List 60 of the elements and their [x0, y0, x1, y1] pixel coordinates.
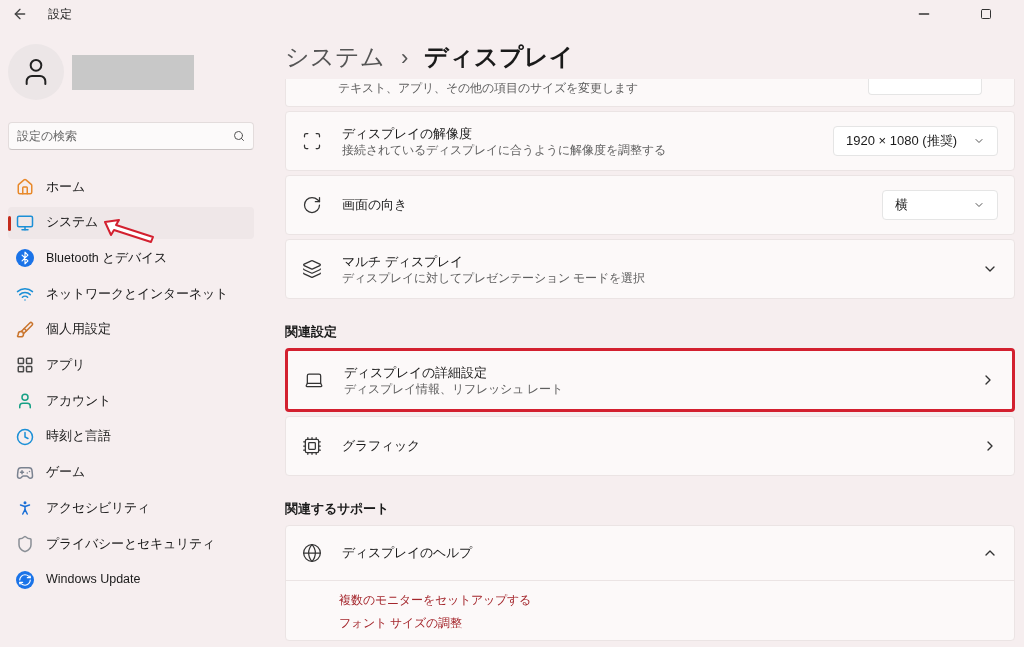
setting-description: 接続されているディスプレイに合うように解像度を調整する: [342, 143, 667, 159]
sidebar-item[interactable]: システム: [8, 206, 254, 239]
app-grid-icon: [16, 356, 34, 375]
house-icon: [16, 178, 34, 196]
setting-card[interactable]: 画面の向き 横: [285, 175, 1015, 235]
annotation-arrow-icon: [103, 218, 155, 244]
monitor-icon: [16, 213, 34, 232]
sidebar-item[interactable]: ホーム: [8, 171, 254, 203]
help-header[interactable]: ディスプレイのヘルプ: [286, 525, 1014, 580]
setting-title: グラフィック: [342, 437, 421, 455]
dropdown[interactable]: 1920 × 1080 (推奨): [833, 126, 998, 156]
sidebar-item[interactable]: アプリ: [8, 349, 254, 382]
stacked-screens-icon: [302, 259, 322, 279]
scan-frame-icon: [302, 131, 322, 151]
sidebar-item[interactable]: アクセシビリティ: [8, 492, 254, 525]
setting-title: ディスプレイの解像度: [342, 124, 473, 143]
page-title: ディスプレイ: [424, 42, 575, 72]
setting-description: ディスプレイ情報、リフレッシュ レート: [344, 382, 565, 397]
setting-card[interactable]: ディスプレイの詳細設定 ディスプレイ情報、リフレッシュ レート: [285, 347, 1015, 412]
shield-icon: [16, 534, 34, 553]
search-field[interactable]: 設定の検索: [8, 122, 254, 150]
sidebar-item[interactable]: ネットワークとインターネット: [8, 278, 254, 311]
setting-card[interactable]: テキスト、アプリ、その他の項目のサイズを変更します: [285, 79, 1015, 107]
section-heading: 関連設定: [285, 324, 338, 341]
clock-icon: [16, 427, 34, 446]
globe-icon: [302, 542, 322, 563]
maximize-icon[interactable]: [980, 8, 992, 20]
search-icon: [233, 130, 245, 142]
bluetooth-icon: [16, 249, 34, 268]
setting-card[interactable]: マルチ ディスプレイ ディスプレイに対してプレゼンテーション モードを選択: [285, 239, 1015, 299]
person-icon: [16, 392, 34, 411]
chip-icon: [302, 435, 322, 456]
setting-card[interactable]: グラフィック: [285, 415, 1015, 476]
rotate-icon: [302, 195, 322, 215]
search-input[interactable]: 設定の検索: [17, 127, 233, 145]
breadcrumb-parent[interactable]: システム: [285, 39, 385, 75]
update-icon: [16, 570, 34, 589]
section-heading: 関連するサポート: [285, 500, 390, 518]
sidebar-item[interactable]: 時刻と言語: [8, 420, 254, 453]
sidebar-item[interactable]: アカウント: [8, 385, 254, 418]
help-link[interactable]: 複数のモニターをセットアップする: [339, 590, 1014, 609]
setting-title: 画面の向き: [342, 196, 408, 215]
wifi-icon: [16, 285, 34, 304]
breadcrumb-separator: ›: [401, 43, 409, 72]
window-title: 設定: [48, 6, 72, 23]
selection-indicator: [8, 215, 11, 231]
brush-icon: [16, 320, 34, 339]
sidebar-item[interactable]: ゲーム: [8, 456, 254, 489]
dropdown[interactable]: 横: [882, 190, 998, 220]
setting-title: ディスプレイのヘルプ: [342, 543, 474, 562]
sidebar-item[interactable]: Bluetooth とデバイス: [8, 242, 254, 275]
sidebar-item[interactable]: Windows Update: [8, 563, 254, 596]
setting-card[interactable]: ディスプレイの解像度 接続されているディスプレイに合うように解像度を調整する 1920 × 1080 (推奨): [285, 111, 1015, 171]
setting-description: ディスプレイに対してプレゼンテーション モードを選択: [342, 271, 647, 287]
setting-title: マルチ ディスプレイ: [342, 252, 464, 271]
sidebar-item[interactable]: プライバシーとセキュリティ: [8, 527, 254, 560]
setting-description: テキスト、アプリ、その他の項目のサイズを変更します: [338, 81, 639, 96]
sidebar-item[interactable]: 個人用設定: [8, 313, 254, 346]
setting-title: ディスプレイの詳細設定: [344, 363, 488, 382]
help-link[interactable]: フォント サイズの調整: [339, 613, 1014, 632]
